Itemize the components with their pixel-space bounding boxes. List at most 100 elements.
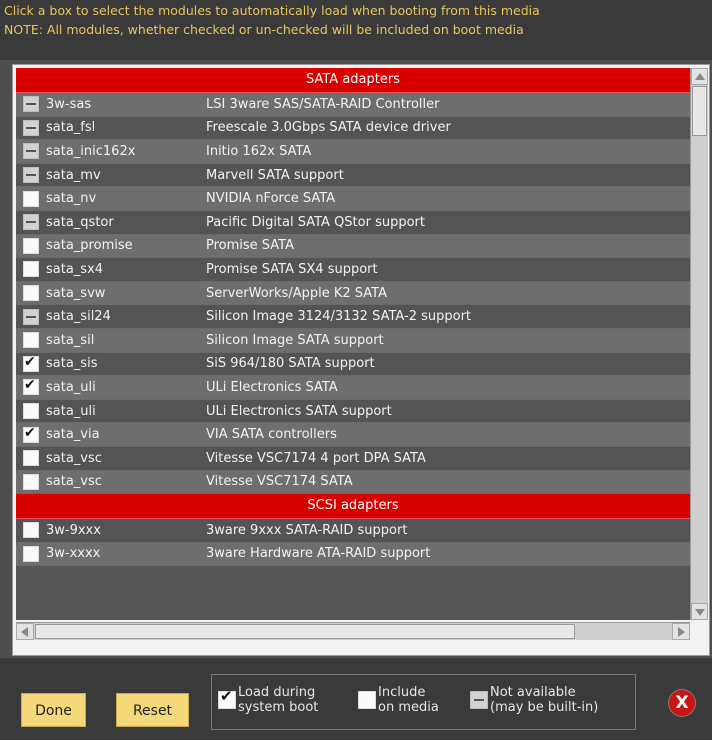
module-description: Promise SATA SX4 support xyxy=(206,261,378,277)
done-button[interactable]: Done xyxy=(21,693,86,727)
module-row[interactable]: sata_sil Silicon Image SATA support xyxy=(16,328,690,353)
not-available-checkbox xyxy=(23,96,39,113)
module-name: sata_sis xyxy=(46,356,98,372)
instruction-text: Click a box to select the modules to aut… xyxy=(4,3,540,18)
legend-unchecked-line2: on media xyxy=(378,700,439,715)
module-row[interactable]: sata_sil24 Silicon Image 3124/3132 SATA-2… xyxy=(16,305,690,329)
module-name: sata_svw xyxy=(46,285,106,301)
checked-checkbox-icon xyxy=(218,689,236,709)
module-description: Silicon Image 3124/3132 SATA-2 support xyxy=(206,309,472,325)
module-row[interactable]: sata_sx4 Promise SATA SX4 support xyxy=(16,258,690,282)
module-name: sata_mv xyxy=(46,167,101,183)
module-description: ULi Electronics SATA support xyxy=(206,403,392,419)
module-row[interactable]: sata_inic162x Initio 162x SATA xyxy=(16,140,690,164)
legend-checked-line1: Load during xyxy=(238,685,316,700)
unchecked-checkbox[interactable] xyxy=(23,261,39,278)
unchecked-checkbox[interactable] xyxy=(23,522,39,539)
module-description: Marvell SATA support xyxy=(206,167,344,183)
module-row[interactable]: sata_qstor Pacific Digital SATA QStor sup… xyxy=(16,210,690,235)
unchecked-checkbox[interactable] xyxy=(23,403,39,420)
module-description: Initio 162x SATA xyxy=(206,143,312,159)
module-name: sata_vsc xyxy=(46,450,102,466)
vertical-scrollbar[interactable] xyxy=(690,68,708,620)
module-description: Silicon Image SATA support xyxy=(206,332,384,348)
module-row[interactable]: sata_uli ULi Electronics SATA support xyxy=(16,399,690,424)
module-row[interactable]: 3w-sas LSI 3ware SAS/SATA-RAID Controller xyxy=(16,93,690,117)
module-row[interactable]: sata_promise Promise SATA xyxy=(16,234,690,259)
header: Click a box to select the modules to aut… xyxy=(0,0,712,60)
module-row[interactable]: 3w-9xxx 3ware 9xxx SATA-RAID support xyxy=(16,519,690,543)
reset-button[interactable]: Reset xyxy=(116,693,189,727)
module-name: 3w-xxxx xyxy=(46,546,101,562)
checked-checkbox[interactable] xyxy=(23,354,39,372)
module-description: LSI 3ware SAS/SATA-RAID Controller xyxy=(206,96,440,112)
unchecked-checkbox[interactable] xyxy=(23,190,39,207)
module-row[interactable]: sata_mv Marvell SATA support xyxy=(16,163,690,188)
legend-not-available: Not available (may be built-in) xyxy=(470,685,598,715)
module-row[interactable]: sata_svw ServerWorks/Apple K2 SATA xyxy=(16,281,690,306)
not-available-checkbox-icon xyxy=(470,691,488,709)
unchecked-checkbox[interactable] xyxy=(23,285,39,302)
close-icon[interactable]: X xyxy=(669,690,695,716)
scroll-left-icon[interactable] xyxy=(16,623,34,640)
scroll-up-icon[interactable] xyxy=(691,68,708,85)
module-row[interactable]: sata_via VIA SATA controllers xyxy=(16,423,690,447)
module-name: 3w-9xxx xyxy=(46,522,101,538)
module-name: 3w-sas xyxy=(46,96,92,112)
module-name: sata_uli xyxy=(46,403,96,419)
horizontal-scroll-thumb[interactable] xyxy=(35,624,575,639)
module-row[interactable]: sata_vsc Vitesse VSC7174 SATA xyxy=(16,470,690,495)
module-description: Pacific Digital SATA QStor support xyxy=(206,214,426,230)
not-available-checkbox xyxy=(23,308,39,325)
vertical-scroll-thumb[interactable] xyxy=(692,86,707,136)
module-name: sata_uli xyxy=(46,379,96,395)
legend-unchecked: Include on media xyxy=(358,685,439,715)
module-description: NVIDIA nForce SATA xyxy=(206,191,336,207)
module-name: sata_promise xyxy=(46,238,133,254)
legend: Load during system boot Include on media… xyxy=(211,674,636,730)
legend-na-line1: Not available xyxy=(490,685,576,700)
module-row[interactable]: sata_uli ULi Electronics SATA xyxy=(16,376,690,400)
unchecked-checkbox[interactable] xyxy=(23,473,39,490)
module-description: ULi Electronics SATA xyxy=(206,379,338,395)
module-description: VIA SATA controllers xyxy=(206,427,337,443)
unchecked-checkbox[interactable] xyxy=(23,545,39,562)
not-available-checkbox xyxy=(23,119,39,136)
not-available-checkbox xyxy=(23,143,39,160)
module-panel: SATA adapters 3w-sas LSI 3ware SAS/SATA-RA… xyxy=(12,64,710,656)
unchecked-checkbox[interactable] xyxy=(23,450,39,467)
unchecked-checkbox[interactable] xyxy=(23,332,39,349)
unchecked-checkbox-icon xyxy=(358,691,376,709)
module-description: 3ware Hardware ATA-RAID support xyxy=(206,546,431,562)
footer: Done Reset Load during system boot Inclu… xyxy=(0,658,712,740)
horizontal-scrollbar[interactable] xyxy=(16,622,690,640)
checked-checkbox[interactable] xyxy=(23,425,39,443)
scroll-right-icon[interactable] xyxy=(672,623,690,640)
module-description: Vitesse VSC7174 4 port DPA SATA xyxy=(206,450,426,466)
checked-checkbox[interactable] xyxy=(23,377,39,396)
legend-checked: Load during system boot xyxy=(218,685,318,715)
module-description: SiS 964/180 SATA support xyxy=(206,356,375,372)
module-row[interactable]: sata_vsc Vitesse VSC7174 4 port DPA SATA xyxy=(16,446,690,471)
module-description: Freescale 3.0Gbps SATA device driver xyxy=(206,120,451,136)
module-list: SATA adapters 3w-sas LSI 3ware SAS/SATA-RA… xyxy=(16,68,690,620)
scroll-down-icon[interactable] xyxy=(691,603,708,620)
module-row[interactable]: sata_nv NVIDIA nForce SATA xyxy=(16,187,690,211)
module-row[interactable]: sata_sis SiS 964/180 SATA support xyxy=(16,352,690,377)
module-row[interactable]: 3w-xxxx 3ware Hardware ATA-RAID support xyxy=(16,542,690,567)
not-available-checkbox xyxy=(23,167,39,184)
legend-na-line2: (may be built-in) xyxy=(490,700,599,715)
not-available-checkbox xyxy=(23,214,39,231)
legend-unchecked-line1: Include xyxy=(378,685,426,700)
module-name: sata_vsc xyxy=(46,474,102,490)
module-name: sata_fsl xyxy=(46,120,96,136)
module-name: sata_qstor xyxy=(46,214,114,230)
module-name: sata_via xyxy=(46,427,100,443)
module-name: sata_sil xyxy=(46,332,95,348)
module-name: sata_inic162x xyxy=(46,143,136,159)
module-name: sata_sil24 xyxy=(46,309,111,325)
unchecked-checkbox[interactable] xyxy=(23,237,39,254)
section-header: SCSI adapters xyxy=(16,494,690,520)
module-row[interactable]: sata_fsl Freescale 3.0Gbps SATA device dr… xyxy=(16,116,690,141)
module-name: sata_nv xyxy=(46,191,97,207)
